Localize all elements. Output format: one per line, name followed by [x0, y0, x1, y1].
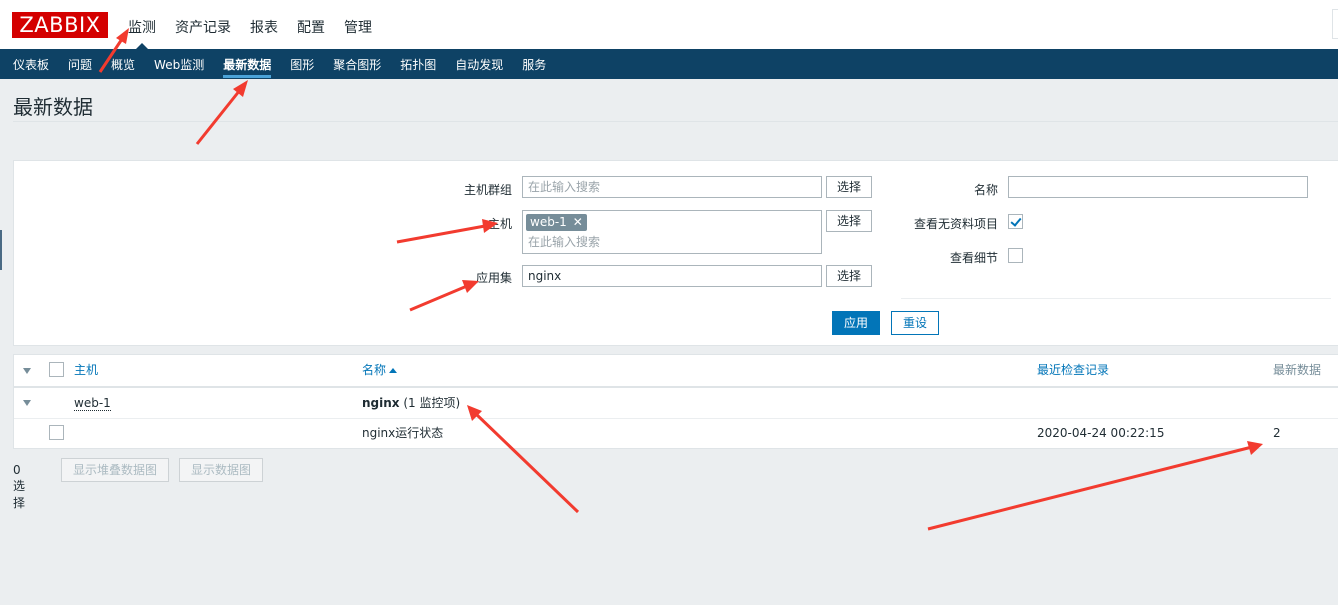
main-nav: 监测 资产记录 报表 配置 管理	[128, 17, 391, 51]
subnav-services[interactable]: 服务	[522, 56, 546, 73]
host-group-placeholder: 在此输入搜索	[528, 180, 601, 194]
host-tag: web-1 ✕	[526, 214, 587, 231]
host-label: 主机	[487, 217, 512, 231]
item-name: nginx运行状态	[362, 426, 444, 440]
item-last-value: 2	[1273, 426, 1281, 440]
host-multiselect[interactable]: web-1 ✕ 在此输入搜索	[522, 210, 822, 254]
host-group-select-button[interactable]: 选择	[826, 176, 872, 198]
subnav-graphs[interactable]: 图形	[290, 56, 314, 73]
show-no-data-label: 查看无资料项目	[913, 217, 998, 231]
subnav-web[interactable]: Web监测	[154, 56, 204, 73]
last-check-column-header[interactable]: 最近检查记录	[1037, 363, 1109, 378]
page-title: 最新数据	[13, 95, 93, 119]
show-no-data-checkbox[interactable]	[1008, 214, 1023, 229]
top-header: ZABBIX 监测 资产记录 报表 配置 管理	[0, 0, 1338, 51]
collapse-group-icon[interactable]	[23, 400, 31, 406]
subnav-maps[interactable]: 拓扑图	[400, 56, 436, 73]
application-label: 应用集	[475, 271, 512, 285]
collapse-all-icon[interactable]	[23, 368, 31, 374]
zabbix-logo[interactable]: ZABBIX	[12, 12, 108, 38]
subnav-dashboard[interactable]: 仪表板	[13, 56, 49, 73]
table-row: web-1 nginx (1 监控项)	[14, 388, 1338, 419]
item-checkbox[interactable]	[49, 425, 64, 440]
show-details-checkbox[interactable]	[1008, 248, 1023, 263]
main-nav-administration[interactable]: 管理	[344, 17, 372, 37]
name-column-label: 名称	[362, 363, 387, 377]
show-graph-button[interactable]: 显示数据图	[179, 458, 263, 482]
host-tag-label: web-1	[530, 215, 567, 229]
apply-button[interactable]: 应用	[832, 311, 880, 335]
window-edge	[0, 230, 2, 270]
select-all-checkbox[interactable]	[49, 362, 64, 377]
application-input[interactable]: nginx	[522, 265, 822, 287]
sort-asc-icon	[389, 368, 398, 373]
main-nav-inventory[interactable]: 资产记录	[175, 17, 231, 37]
application-group-label: nginx (1 监控项)	[362, 396, 460, 411]
application-name: nginx	[362, 396, 400, 410]
reset-button[interactable]: 重设	[891, 311, 939, 335]
filter-divider	[901, 298, 1331, 299]
table-header: 主机 名称 最近检查记录 最新数据	[14, 355, 1338, 388]
name-column-header[interactable]: 名称	[362, 363, 398, 378]
global-search-input[interactable]	[1332, 9, 1338, 39]
show-details-label: 查看细节	[949, 251, 998, 265]
subnav-overview[interactable]: 概览	[111, 56, 135, 73]
filter-panel: 主机群组 在此输入搜索 选择 主机 web-1 ✕ 在此输入搜索 选择 应用集 n…	[13, 160, 1338, 346]
subnav-screens[interactable]: 聚合图形	[333, 56, 381, 73]
table-row: nginx运行状态 2020-04-24 00:22:15 2	[14, 419, 1338, 448]
selected-count: 0 选择	[13, 463, 26, 510]
sub-nav: 仪表板 问题 概览 Web监测 最新数据 图形 聚合图形 拓扑图 自动发现 服务	[0, 49, 1338, 79]
subnav-discovery[interactable]: 自动发现	[455, 56, 503, 73]
title-divider	[13, 121, 1338, 122]
remove-tag-icon[interactable]: ✕	[573, 215, 583, 229]
host-placeholder: 在此输入搜索	[528, 235, 601, 249]
main-nav-reports[interactable]: 报表	[250, 17, 278, 37]
annotation-arrow-value	[927, 441, 1263, 531]
item-last-check: 2020-04-24 00:22:15	[1037, 426, 1165, 440]
application-item-count: (1 监控项)	[403, 396, 461, 410]
host-link[interactable]: web-1	[74, 396, 111, 411]
main-nav-configuration[interactable]: 配置	[297, 17, 325, 37]
name-input[interactable]	[1008, 176, 1308, 198]
last-value-column-header: 最新数据	[1273, 363, 1322, 377]
main-nav-monitoring[interactable]: 监测	[128, 17, 156, 51]
show-stacked-graph-button[interactable]: 显示堆叠数据图	[61, 458, 169, 482]
name-label: 名称	[973, 183, 998, 197]
annotation-arrow-latest-data	[195, 80, 248, 145]
subnav-latest-data[interactable]: 最新数据	[223, 56, 272, 78]
host-column-header[interactable]: 主机	[74, 363, 98, 378]
latest-data-table: 主机 名称 最近检查记录 最新数据 web-1 nginx (1 监控项) ng…	[13, 354, 1338, 449]
subnav-problems[interactable]: 问题	[68, 56, 92, 73]
application-select-button[interactable]: 选择	[826, 265, 872, 287]
host-select-button[interactable]: 选择	[826, 210, 872, 232]
host-group-label: 主机群组	[463, 183, 512, 197]
host-group-input[interactable]: 在此输入搜索	[522, 176, 822, 198]
